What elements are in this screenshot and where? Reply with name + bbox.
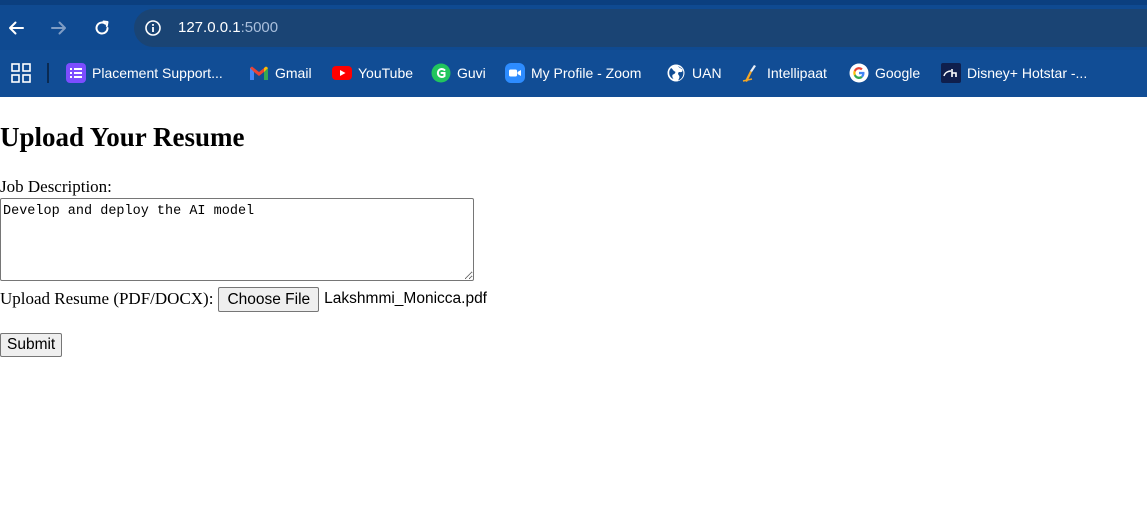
arrow-right-icon	[51, 21, 66, 35]
bookmark-hotstar[interactable]: Disney+ Hotstar -...	[941, 61, 1087, 85]
apps-button[interactable]	[10, 62, 32, 84]
bookmark-label: UAN	[692, 65, 722, 81]
globe-favicon	[666, 63, 686, 83]
bookmark-label: My Profile - Zoom	[531, 65, 642, 81]
browser-toolbar: 127.0.0.1:5000	[0, 0, 1147, 50]
submit-button[interactable]: Submit	[0, 333, 63, 357]
bookmark-placement-support[interactable]: Placement Support...	[66, 61, 223, 85]
info-circle-icon	[145, 20, 161, 36]
back-button[interactable]	[1, 13, 31, 43]
page-content: Upload Your Resume Job Description: Deve…	[0, 97, 1147, 529]
bookmark-label: Guvi	[457, 65, 486, 81]
url-text[interactable]: 127.0.0.1:5000	[178, 19, 278, 37]
choose-file-button[interactable]: Choose File	[218, 286, 320, 312]
bookmark-guvi[interactable]: Guvi	[431, 61, 486, 85]
guvi-favicon	[431, 63, 451, 83]
bookmark-intellipaat[interactable]: Intellipaat	[741, 61, 827, 85]
bookmark-label: Disney+ Hotstar -...	[967, 65, 1088, 81]
zoom-favicon	[505, 63, 525, 83]
arrow-left-icon	[9, 21, 24, 35]
placement-support-favicon	[66, 63, 86, 83]
bookmark-label: YouTube	[358, 65, 414, 81]
bookmark-label: Placement Support...	[92, 65, 223, 81]
url-port: :5000	[240, 19, 279, 36]
job-description-textarea[interactable]: Develop and deploy the AI model	[0, 198, 474, 281]
browser-chrome: 127.0.0.1:5000 Placement Support... Gmai…	[0, 0, 1147, 97]
youtube-favicon	[332, 63, 352, 83]
site-info-button[interactable]	[143, 18, 163, 38]
upload-resume-label: Upload Resume (PDF/DOCX):	[0, 289, 214, 308]
bookmark-zoom[interactable]: My Profile - Zoom	[505, 61, 641, 85]
intellipaat-favicon	[741, 63, 761, 83]
bookmarks-bar: Placement Support... Gmail YouTube Guvi …	[0, 50, 1147, 97]
apps-grid-icon	[11, 63, 31, 83]
url-host: 127.0.0.1	[178, 19, 241, 36]
bookmark-label: Gmail	[275, 65, 312, 81]
bookmark-google[interactable]: Google	[849, 61, 920, 85]
reload-icon	[95, 20, 109, 35]
bookmark-gmail[interactable]: Gmail	[249, 61, 312, 85]
address-bar[interactable]: 127.0.0.1:5000	[134, 9, 1147, 47]
upload-resume-row: Upload Resume (PDF/DOCX): Choose File La…	[0, 286, 487, 312]
bookmark-uan[interactable]: UAN	[666, 61, 722, 85]
forward-button[interactable]	[44, 13, 74, 43]
gmail-favicon	[249, 63, 269, 83]
bookmark-label: Google	[875, 65, 921, 81]
page-title: Upload Your Resume	[0, 122, 245, 152]
bookmarks-divider	[47, 63, 49, 83]
tab-strip-edge	[0, 0, 1147, 5]
google-favicon	[849, 63, 869, 83]
job-description-label: Job Description:	[0, 177, 112, 196]
selected-file-name: Lakshmmi_Monicca.pdf	[324, 290, 487, 307]
bookmark-youtube[interactable]: YouTube	[332, 61, 413, 85]
hotstar-favicon	[941, 63, 961, 83]
bookmark-label: Intellipaat	[767, 65, 827, 81]
reload-button[interactable]	[87, 13, 117, 43]
